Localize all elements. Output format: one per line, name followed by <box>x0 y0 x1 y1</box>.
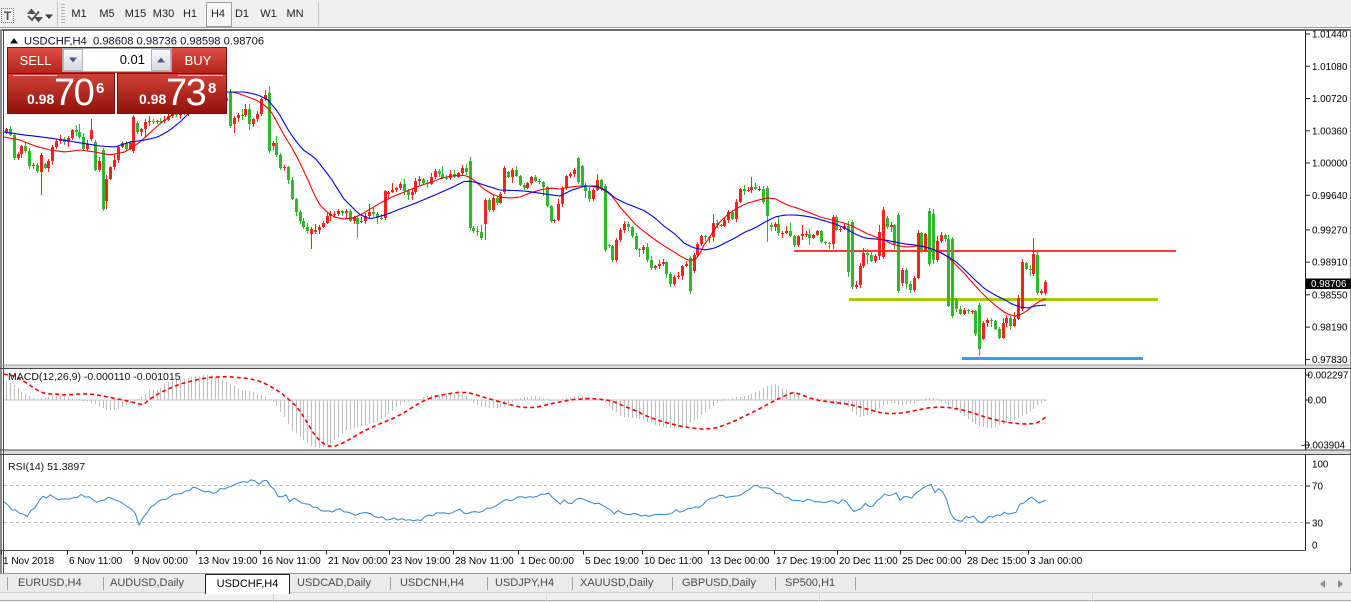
svg-text:0.99270: 0.99270 <box>1312 225 1348 236</box>
svg-text:13 Dec 00:00: 13 Dec 00:00 <box>710 556 770 567</box>
svg-text:-0.003904: -0.003904 <box>1301 441 1346 452</box>
svg-text:28 Dec 15:00: 28 Dec 15:00 <box>967 556 1027 567</box>
svg-text:100: 100 <box>1312 460 1329 471</box>
svg-text:0.98910: 0.98910 <box>1312 258 1348 269</box>
svg-text:3 Jan 00:00: 3 Jan 00:00 <box>1030 556 1083 567</box>
svg-text:1.01080: 1.01080 <box>1312 62 1348 73</box>
svg-text:70: 70 <box>1312 482 1323 493</box>
svg-text:6 Nov 11:00: 6 Nov 11:00 <box>69 556 123 567</box>
svg-text:28 Nov 11:00: 28 Nov 11:00 <box>455 556 514 567</box>
svg-text:0.002297: 0.002297 <box>1308 371 1349 382</box>
svg-text:0.97830: 0.97830 <box>1312 355 1348 366</box>
svg-text:0.98190: 0.98190 <box>1312 323 1348 334</box>
svg-text:0: 0 <box>1312 541 1318 552</box>
svg-text:21 Nov 00:00: 21 Nov 00:00 <box>328 556 388 567</box>
svg-text:0.98706: 0.98706 <box>1311 279 1347 290</box>
svg-text:20 Dec 11:00: 20 Dec 11:00 <box>839 556 898 567</box>
svg-text:1.00360: 1.00360 <box>1312 126 1348 137</box>
svg-text:5 Dec 19:00: 5 Dec 19:00 <box>585 556 639 567</box>
svg-text:23 Nov 19:00: 23 Nov 19:00 <box>391 556 451 567</box>
svg-text:0.98550: 0.98550 <box>1312 290 1348 301</box>
svg-text:1.00720: 1.00720 <box>1312 94 1348 105</box>
svg-text:MACD(12,26,9) -0.000110 -0.001: MACD(12,26,9) -0.000110 -0.001015 <box>8 371 181 383</box>
svg-text:30: 30 <box>1312 519 1323 530</box>
svg-text:0.00: 0.00 <box>1308 396 1328 407</box>
svg-text:1 Dec 00:00: 1 Dec 00:00 <box>520 556 574 567</box>
svg-text:1.00000: 1.00000 <box>1312 159 1348 170</box>
svg-text:10 Dec 11:00: 10 Dec 11:00 <box>644 556 703 567</box>
svg-text:17 Dec 19:00: 17 Dec 19:00 <box>776 556 836 567</box>
svg-text:1.01440: 1.01440 <box>1312 30 1348 41</box>
svg-text:0.99640: 0.99640 <box>1312 191 1348 202</box>
svg-text:9 Nov 00:00: 9 Nov 00:00 <box>134 556 188 567</box>
svg-text:USDCHF,H4 0.98608 0.98736 0.9: USDCHF,H4 0.98608 0.98736 0.98598 0.9870… <box>24 36 264 48</box>
svg-text:16 Nov 11:00: 16 Nov 11:00 <box>262 556 321 567</box>
svg-text:1 Nov 2018: 1 Nov 2018 <box>3 556 55 567</box>
svg-text:25 Dec 00:00: 25 Dec 00:00 <box>902 556 962 567</box>
svg-text:13 Nov 19:00: 13 Nov 19:00 <box>198 556 258 567</box>
svg-text:RSI(14) 51.3897: RSI(14) 51.3897 <box>8 461 85 473</box>
